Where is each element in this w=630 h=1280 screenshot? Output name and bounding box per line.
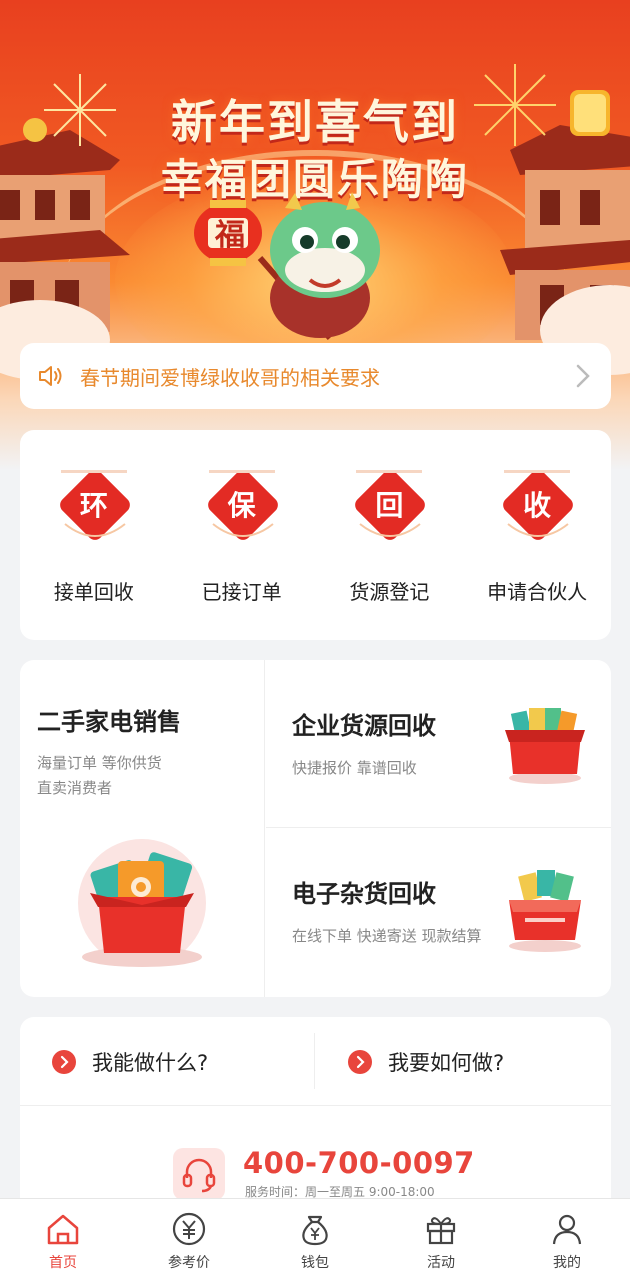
quick-item-label: 已接订单 [201,580,282,604]
help-question-label: 我能做什么? [92,1050,209,1075]
service-subtitle: 海量订单 等你供货 [37,754,162,772]
home-icon [47,1214,79,1245]
what-can-i-do-link[interactable]: 我能做什么? [52,1017,208,1106]
service-subtitle: 在线下单 快递寄送 现款结算 [292,927,482,945]
gift-icon [426,1217,456,1245]
diamond-badge-icon: 环 [51,468,137,554]
diamond-badge-icon: 回 [346,468,432,554]
service-card-electronics-recycle[interactable]: 电子杂货回收 在线下单 快递寄送 现款结算 [266,828,611,996]
service-title: 企业货源回收 [292,712,436,740]
service-subtitle: 快捷报价 靠谱回收 [292,759,417,777]
diamond-badge-icon: 收 [494,468,580,554]
services-panel: 二手家电销售 海量订单 等你供货 直卖消费者 企业货源回收 快捷报价 靠谱回收 [20,660,611,997]
chevron-right-icon [576,364,590,388]
announcement-bar[interactable]: 春节期间爱博绿收收哥的相关要求 [20,343,611,409]
tab-wallet[interactable]: 钱包 [252,1199,378,1280]
quick-item-accept-orders[interactable]: 环 接单回收 [24,430,164,640]
headset-icon [173,1148,225,1200]
red-box-cash-illustration [509,870,581,952]
quick-item-label: 接单回收 [53,580,134,604]
quick-menu: 环 接单回收 保 已接订单 回 货源登记 收 申请合伙人 [20,430,611,640]
tab-label: 首页 [49,1255,77,1271]
gift-box-cards-illustration [505,708,585,784]
service-subtitle: 直卖消费者 [37,779,113,797]
bottom-tab-bar: 首页 参考价 钱包 活动 我的 [0,1198,630,1280]
quick-item-apply-partner[interactable]: 收 申请合伙人 [467,430,607,640]
help-panel: 我能做什么? 我要如何做? 400-700-0097 服务时间：周一至周五 9:… [20,1017,611,1217]
quick-item-received-orders[interactable]: 保 已接订单 [172,430,312,640]
money-bag-icon [302,1215,328,1246]
user-icon [552,1214,582,1245]
yuan-circle-icon [172,1212,206,1246]
gift-box-appliance-illustration [78,839,206,967]
quick-item-source-register[interactable]: 回 货源登记 [319,430,459,640]
tab-reference-price[interactable]: 参考价 [126,1199,252,1280]
speaker-icon [39,366,62,386]
tab-label: 我的 [553,1255,581,1271]
tab-label: 钱包 [301,1255,329,1271]
tab-home[interactable]: 首页 [0,1199,126,1280]
tab-label: 活动 [427,1255,455,1271]
announcement-text: 春节期间爱博绿收收哥的相关要求 [80,365,380,390]
service-card-appliance-sales[interactable]: 二手家电销售 海量订单 等你供货 直卖消费者 [20,660,265,997]
service-title: 电子杂货回收 [292,880,436,908]
fu-character: 福 [215,218,245,253]
service-phone-number[interactable]: 400-700-0097 [243,1146,475,1180]
diamond-badge-icon: 保 [199,468,285,554]
banner-title-line1: 新年到喜气到 [171,95,459,149]
how-to-do-link[interactable]: 我要如何做? [348,1017,504,1106]
quick-item-label: 申请合伙人 [487,580,588,604]
quick-item-label: 货源登记 [349,580,430,604]
tab-mine[interactable]: 我的 [504,1199,630,1280]
service-card-enterprise-recycle[interactable]: 企业货源回收 快捷报价 靠谱回收 [266,660,611,828]
chevron-circle-right-icon [52,1049,76,1074]
tab-label: 参考价 [168,1255,210,1271]
chevron-circle-right-icon [348,1049,372,1074]
tab-activities[interactable]: 活动 [378,1199,504,1280]
help-divider [314,1033,315,1089]
help-questions-row: 我能做什么? 我要如何做? [20,1017,611,1106]
help-question-label: 我要如何做? [388,1050,505,1075]
service-title: 二手家电销售 [37,708,181,736]
